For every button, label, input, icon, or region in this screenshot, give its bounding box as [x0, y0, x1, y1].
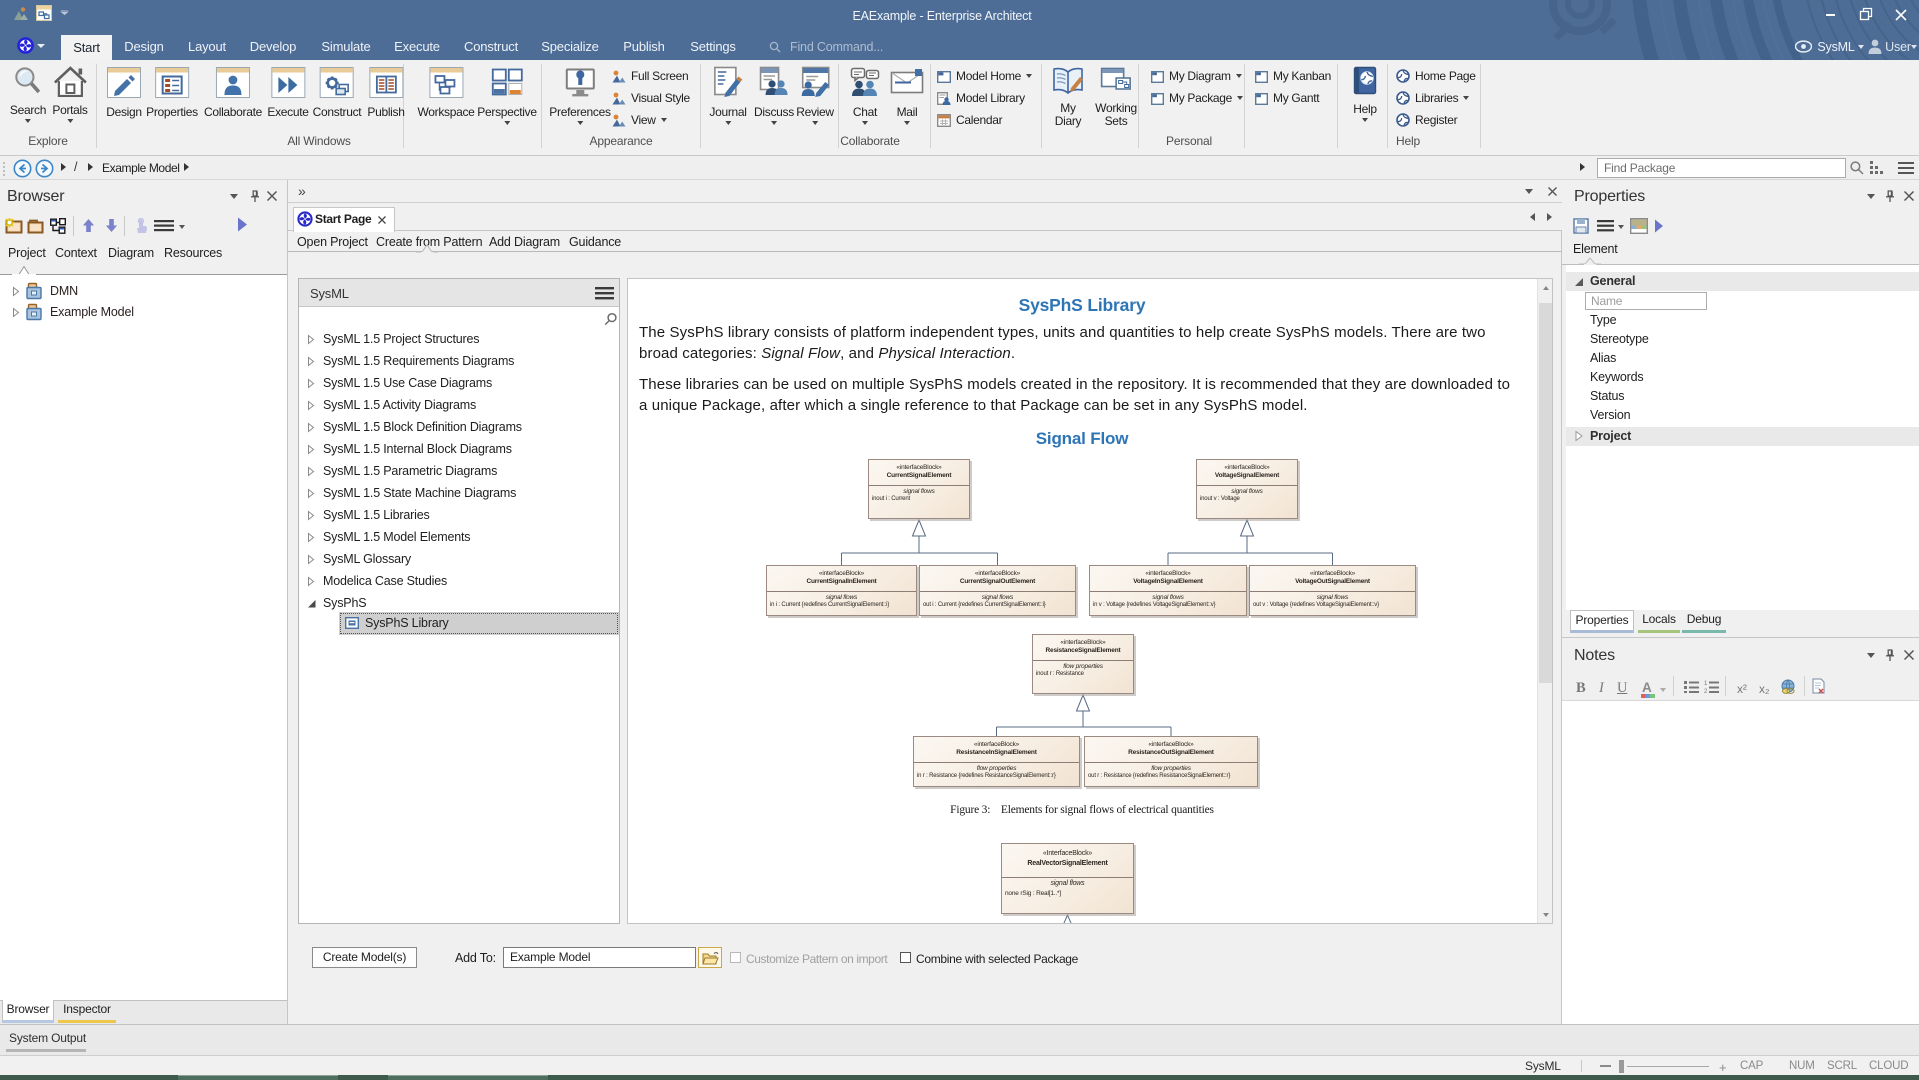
- svg-text:2: 2: [1704, 689, 1708, 693]
- svg-text:1: 1: [1704, 681, 1708, 687]
